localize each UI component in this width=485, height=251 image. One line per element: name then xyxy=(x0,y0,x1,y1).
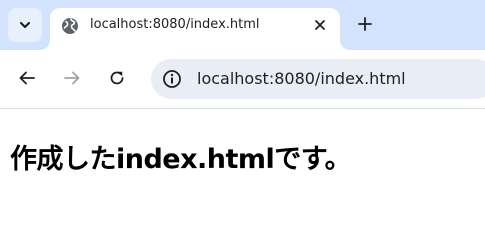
tab-title: localhost:8080/index.html xyxy=(90,17,260,32)
page-heading: 作成したindex.htmlです。 xyxy=(10,144,352,175)
reload-icon xyxy=(110,71,124,85)
toolbar: localhost:8080/index.html xyxy=(0,50,485,109)
site-info-button[interactable] xyxy=(161,68,183,90)
arrow-right-icon xyxy=(64,71,80,85)
address-bar[interactable]: localhost:8080/index.html xyxy=(151,59,485,99)
plus-icon xyxy=(358,17,372,31)
globe-icon xyxy=(62,18,78,34)
back-button[interactable] xyxy=(15,66,39,90)
url-text[interactable]: localhost:8080/index.html xyxy=(197,69,406,88)
tab-search-button[interactable] xyxy=(8,8,42,42)
new-tab-button[interactable] xyxy=(353,12,377,36)
forward-button[interactable] xyxy=(60,66,84,90)
close-icon xyxy=(315,20,325,30)
tab-close-button[interactable] xyxy=(308,13,332,37)
tab-active[interactable]: localhost:8080/index.html xyxy=(50,8,340,50)
page-content: 作成したindex.htmlです。 xyxy=(0,109,485,251)
chevron-down-icon xyxy=(19,21,31,29)
reload-button[interactable] xyxy=(105,66,129,90)
arrow-left-icon xyxy=(19,71,35,85)
tab-strip: localhost:8080/index.html xyxy=(0,0,485,50)
info-icon xyxy=(163,70,181,88)
